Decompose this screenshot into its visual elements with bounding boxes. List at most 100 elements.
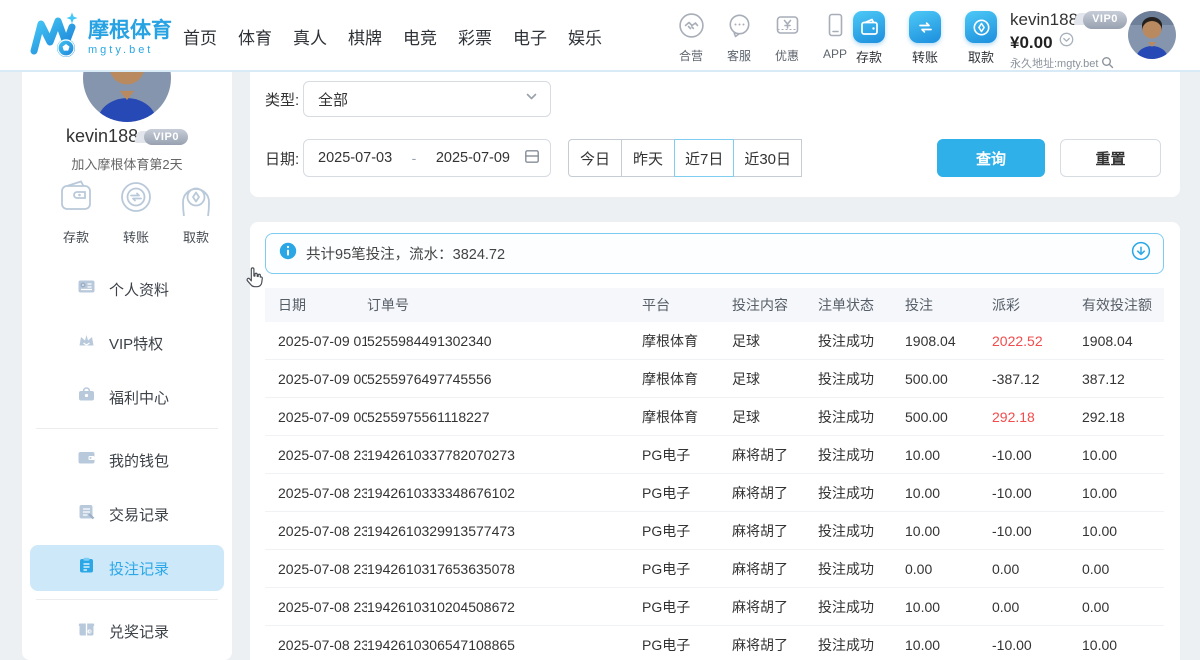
table-row[interactable]: 2025-07-08 23:42:50 1942610333348676102 … [265,474,1164,512]
sidebar-item-transactions[interactable]: 交易记录 [22,491,232,537]
cell-platform: PG电子 [642,559,732,579]
deposit-label: 存款 [856,47,882,66]
balance-dropdown-icon[interactable] [1059,32,1074,53]
nav-item[interactable]: 体育 [238,24,272,49]
cell-bet-amount: 500.00 [905,409,992,425]
nav-item[interactable]: 电竞 [403,24,437,49]
summary-text: 共计95笔投注，流水：3824.72 [306,243,1122,264]
sidebar-item-label: 个人资料 [109,279,169,300]
quick-range-button[interactable]: 近7日 [674,139,734,177]
withdraw-button[interactable]: 取款 [960,11,1002,66]
deposit-wallet-icon [853,11,885,43]
bet-record-clipboard-icon [77,556,96,580]
username[interactable]: kevin188 [1010,9,1078,30]
cell-bet-content: 麻将胡了 [732,483,818,503]
expand-circle-icon[interactable] [1131,241,1151,266]
cell-status: 投注成功 [818,407,905,427]
nav-item[interactable]: 棋牌 [348,24,382,49]
nav-item[interactable]: 首页 [183,24,217,49]
sidebar-withdraw-label: 取款 [183,227,209,246]
cell-bet-amount: 10.00 [905,485,992,501]
cell-bet-amount: 0.00 [905,561,992,577]
cell-date: 2025-07-08 23:42:44 [278,599,367,615]
chevron-down-icon [525,90,538,108]
cell-platform: PG电子 [642,483,732,503]
sidebar-vip-badge: VIP0 [144,129,188,145]
sidebar-transfer-button[interactable]: 转账 [112,178,160,246]
cell-bet-content: 麻将胡了 [732,559,818,579]
table-row[interactable]: 2025-07-09 00:29:25 5255976497745556 摩根体… [265,360,1164,398]
column-header: 平台 [642,295,732,315]
withdraw-label: 取款 [968,47,994,66]
sidebar-item-vip[interactable]: VIP特权 [22,320,232,366]
table-row[interactable]: 2025-07-09 01:13:50 5255984491302340 摩根体… [265,322,1164,360]
sidebar-item-benefits[interactable]: 福利中心 [22,374,232,420]
withdraw-coin-icon [965,11,997,43]
id-card-icon [77,277,96,301]
logo-icon [28,10,80,67]
cell-status: 投注成功 [818,559,905,579]
table-row[interactable]: 2025-07-09 00:24:13 5255975561118227 摩根体… [265,398,1164,436]
column-header: 日期 [278,295,367,315]
sidebar-avatar[interactable] [83,72,171,122]
date-range-picker[interactable]: 2025-07-03 - 2025-07-09 [303,139,551,177]
transfer-button[interactable]: 转账 [904,11,946,66]
prize-gift-icon: R [77,619,96,643]
cell-order-number: 5255975561118227 [367,409,642,425]
cell-valid-amount: 387.12 [1082,371,1164,387]
handshake-icon [678,12,705,44]
logo[interactable]: 摩根体育 mgty.bet [28,10,172,67]
sidebar-item-label: 兑奖记录 [109,621,169,642]
cell-platform: 摩根体育 [642,369,732,389]
transaction-record-icon [77,502,96,526]
cell-status: 投注成功 [818,445,905,465]
deposit-button[interactable]: 存款 [848,11,890,66]
nav-item[interactable]: 电子 [513,24,547,49]
nav-item[interactable]: 真人 [293,24,327,49]
partner-label: 合营 [679,47,703,64]
sidebar-item-wallet[interactable]: 我的钱包 [22,437,232,483]
page: 摩根体育 mgty.bet 首页 体育 真人 棋牌 电竞 彩票 电子 娱乐 [0,0,1200,660]
avatar[interactable] [1128,11,1176,59]
balance-amount: ¥0.00 [1010,32,1053,53]
user-block: kevin188 VIP0 ¥0.00 永久地址:mgty.bet [1010,9,1140,73]
cell-bet-content: 足球 [732,407,818,427]
cell-status: 投注成功 [818,331,905,351]
promo-label: 优惠 [775,47,799,64]
sidebar-item-bet-records[interactable]: 投注记录 [30,545,224,591]
bet-records-table: 日期 订单号 平台 投注内容 注单状态 投注 派彩 有效投注额 [265,288,1164,660]
summary-bar: 共计95笔投注，流水：3824.72 [265,233,1164,274]
table-row[interactable]: 2025-07-08 23:42:43 1942610306547108865 … [265,626,1164,660]
quick-range-button[interactable]: 近30日 [733,139,802,177]
yuan-coupon-icon [774,12,801,44]
sidebar-item-prize-records[interactable]: R 兑奖记录 [22,608,232,654]
table-row[interactable]: 2025-07-08 23:42:51 1942610337782070273 … [265,436,1164,474]
quick-range-button[interactable]: 今日 [568,139,622,177]
table-row[interactable]: 2025-07-08 23:42:46 1942610317653635078 … [265,550,1164,588]
date-from-value[interactable]: 2025-07-03 [318,150,392,166]
support-button[interactable]: 客服 [720,12,758,64]
cell-payout: 292.18 [992,409,1082,425]
partner-button[interactable]: 合营 [672,12,710,64]
type-select[interactable]: 全部 [303,81,551,117]
table-row[interactable]: 2025-07-08 23:42:44 1942610310204508672 … [265,588,1164,626]
cell-date: 2025-07-09 01:13:50 [278,333,367,349]
sidebar-deposit-button[interactable]: 存款 [52,178,100,246]
cell-date: 2025-07-08 23:42:51 [278,447,367,463]
magnifier-icon[interactable] [1101,56,1114,74]
nav-item[interactable]: 彩票 [458,24,492,49]
sidebar-item-profile[interactable]: 个人资料 [22,266,232,312]
sidebar-transfer-label: 转账 [123,227,149,246]
table-header-row: 日期 订单号 平台 投注内容 注单状态 投注 派彩 有效投注额 [265,288,1164,322]
quick-range-button[interactable]: 昨天 [621,139,675,177]
permanent-address: 永久地址:mgty.bet [1010,58,1098,72]
nav-item[interactable]: 娱乐 [568,24,602,49]
date-to-value[interactable]: 2025-07-09 [436,150,510,166]
quick-range-group: 今日 昨天 近7日 近30日 [568,139,802,177]
reset-button[interactable]: 重置 [1060,139,1161,177]
promo-button[interactable]: 优惠 [768,12,806,64]
sidebar-withdraw-button[interactable]: 取款 [172,178,220,246]
top-navbar: 摩根体育 mgty.bet 首页 体育 真人 棋牌 电竞 彩票 电子 娱乐 [0,0,1200,72]
table-row[interactable]: 2025-07-08 23:42:49 1942610329913577473 … [265,512,1164,550]
search-button[interactable]: 查询 [937,139,1045,177]
